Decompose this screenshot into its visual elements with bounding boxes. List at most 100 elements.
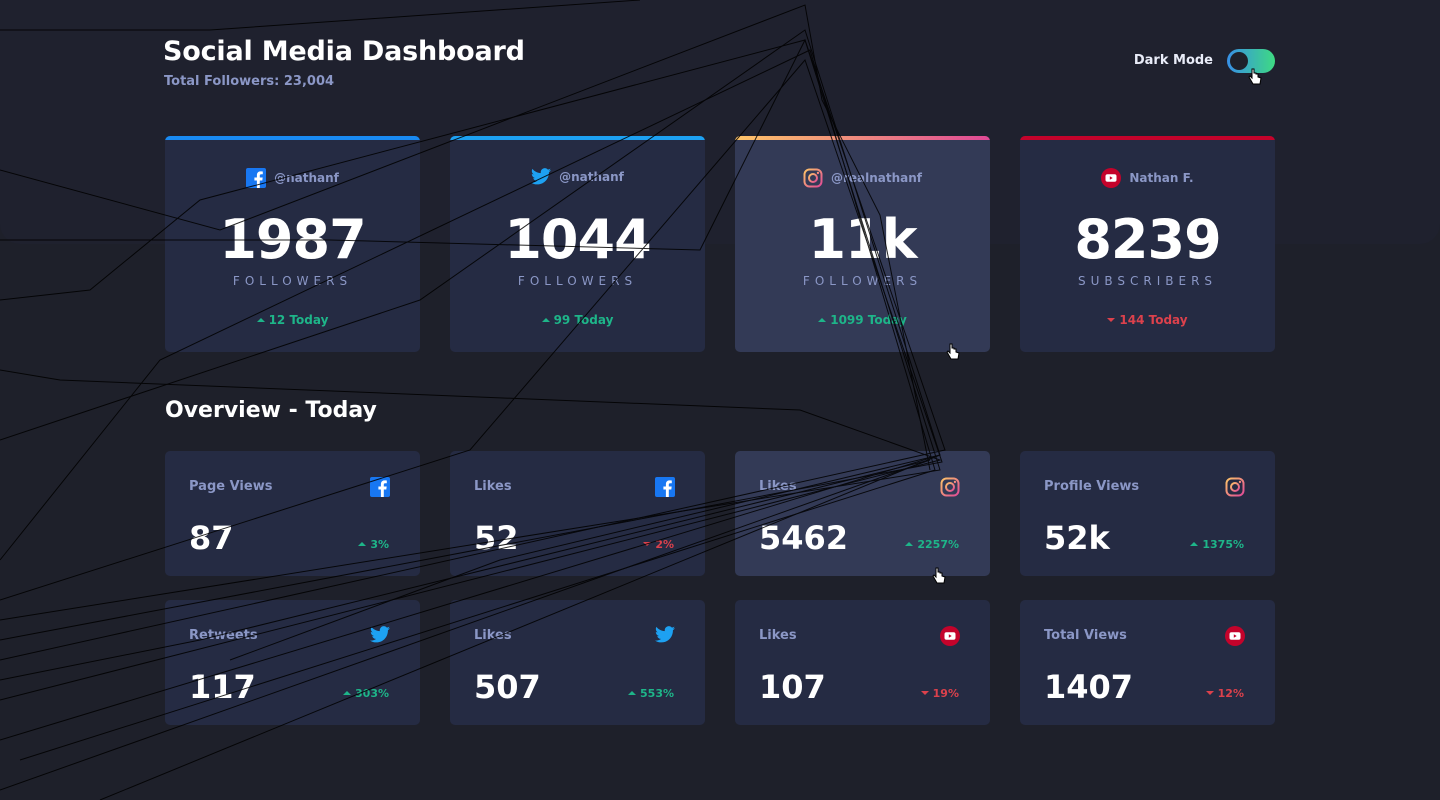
overview-change: 12% (1205, 687, 1244, 700)
overview-label: Likes (759, 479, 797, 494)
trend-down-icon (1205, 691, 1214, 695)
overview-card-page-views-facebook[interactable]: Page Views 87 3% (165, 451, 420, 576)
twitter-followers-card[interactable]: @nathanf 1044 FOLLOWERS 99 Today (450, 136, 705, 352)
overview-label: Page Views (189, 479, 273, 494)
card-handle: @nathanf (274, 171, 339, 185)
card-accent-bar (1020, 136, 1275, 140)
overview-card-likes-youtube[interactable]: Likes 107 19% (735, 600, 990, 725)
overview-change-text: 553% (640, 687, 674, 700)
overview-change: 2% (643, 538, 674, 551)
card-accent-bar (450, 136, 705, 140)
facebook-icon (370, 477, 390, 497)
today-change-text: 144 Today (1119, 313, 1188, 327)
dashboard: Social Media Dashboard Total Followers: … (163, 0, 1275, 800)
trend-up-icon (256, 318, 265, 322)
overview-card-retweets-twitter[interactable]: Retweets 117 303% (165, 600, 420, 725)
follower-unit: FOLLOWERS (517, 274, 638, 288)
trend-down-icon (1107, 318, 1116, 322)
overview-value: 87 (189, 519, 234, 557)
facebook-icon (246, 168, 267, 188)
follower-unit: FOLLOWERS (802, 274, 923, 288)
overview-card-profile-views-instagram[interactable]: Profile Views 52k 1375% (1020, 451, 1275, 576)
overview-change: 3% (358, 538, 389, 551)
overview-label: Total Views (1044, 628, 1127, 643)
facebook-icon (655, 477, 675, 497)
overview-change-text: 303% (355, 687, 389, 700)
twitter-icon (370, 626, 390, 643)
card-handle-row: @nathanf (165, 168, 420, 188)
instagram-icon (940, 477, 960, 497)
today-change: 144 Today (1020, 313, 1275, 327)
overview-change-text: 1375% (1202, 538, 1244, 551)
trend-up-icon (541, 318, 550, 322)
overview-label: Likes (474, 628, 512, 643)
overview-change-text: 3% (370, 538, 389, 551)
instagram-icon (1225, 477, 1245, 497)
youtube-icon (940, 626, 960, 646)
trend-up-icon (905, 542, 914, 546)
card-handle-row: @nathanf (450, 168, 705, 185)
overview-value: 5462 (759, 519, 849, 557)
card-handle: Nathan F. (1129, 171, 1194, 185)
card-handle: @realnathanf (830, 171, 923, 185)
follower-count: 1044 (504, 208, 651, 271)
overview-value: 52k (1044, 519, 1110, 557)
card-handle-row: Nathan F. (1020, 168, 1275, 188)
overview-change-text: 2% (655, 538, 674, 551)
card-accent-bar (735, 136, 990, 140)
overview-title: Overview - Today (165, 398, 377, 423)
overview-change: 1375% (1190, 538, 1244, 551)
today-change-text: 99 Today (553, 313, 614, 327)
overview-card-likes-twitter[interactable]: Likes 507 553% (450, 600, 705, 725)
pointer-cursor-icon (1248, 68, 1262, 85)
follower-count: 1987 (219, 208, 366, 271)
overview-card-likes-instagram[interactable]: Likes 5462 2257% (735, 451, 990, 576)
trend-up-icon (818, 318, 827, 322)
follower-cards: @nathanf 1987 FOLLOWERS 12 Today @nathan… (165, 136, 1275, 352)
overview-label: Retweets (189, 628, 258, 643)
twitter-icon (531, 168, 552, 185)
youtube-icon (1225, 626, 1245, 646)
pointer-cursor-icon (932, 567, 946, 584)
overview-label: Likes (474, 479, 512, 494)
today-change: 1099 Today (735, 313, 990, 327)
instagram-icon (803, 168, 823, 188)
trend-down-icon (643, 542, 652, 546)
follower-unit: FOLLOWERS (232, 274, 353, 288)
instagram-followers-card[interactable]: @realnathanf 11k FOLLOWERS 1099 Today (735, 136, 990, 352)
trend-up-icon (1190, 542, 1199, 546)
overview-change: 303% (343, 687, 389, 700)
overview-change: 19% (920, 687, 959, 700)
dark-mode-label: Dark Mode (1133, 53, 1213, 68)
trend-down-icon (920, 691, 929, 695)
total-followers: Total Followers: 23,004 (164, 74, 335, 89)
twitter-icon (655, 626, 675, 643)
pointer-cursor-icon (946, 343, 960, 360)
card-accent-bar (165, 136, 420, 140)
overview-change: 2257% (905, 538, 959, 551)
trend-up-icon (628, 691, 637, 695)
overview-card-total-views-youtube[interactable]: Total Views 1407 12% (1020, 600, 1275, 725)
subscriber-count: 8239 (1074, 208, 1221, 271)
today-change: 99 Today (450, 313, 705, 327)
overview-value: 117 (189, 668, 256, 706)
follower-count: 11k (808, 208, 917, 271)
card-handle: @nathanf (559, 169, 624, 184)
page-title: Social Media Dashboard (163, 36, 525, 67)
overview-value: 1407 (1044, 668, 1134, 706)
youtube-subscribers-card[interactable]: Nathan F. 8239 SUBSCRIBERS 144 Today (1020, 136, 1275, 352)
trend-up-icon (343, 691, 352, 695)
card-handle-row: @realnathanf (735, 168, 990, 188)
today-change: 12 Today (165, 313, 420, 327)
youtube-icon (1101, 168, 1122, 188)
toggle-knob (1230, 52, 1248, 70)
overview-value: 52 (474, 519, 519, 557)
overview-label: Profile Views (1044, 479, 1140, 494)
overview-change-text: 12% (1217, 687, 1244, 700)
overview-card-likes-facebook[interactable]: Likes 52 2% (450, 451, 705, 576)
facebook-followers-card[interactable]: @nathanf 1987 FOLLOWERS 12 Today (165, 136, 420, 352)
overview-change-text: 19% (932, 687, 959, 700)
today-change-text: 12 Today (268, 313, 329, 327)
trend-up-icon (358, 542, 367, 546)
overview-value: 107 (759, 668, 826, 706)
